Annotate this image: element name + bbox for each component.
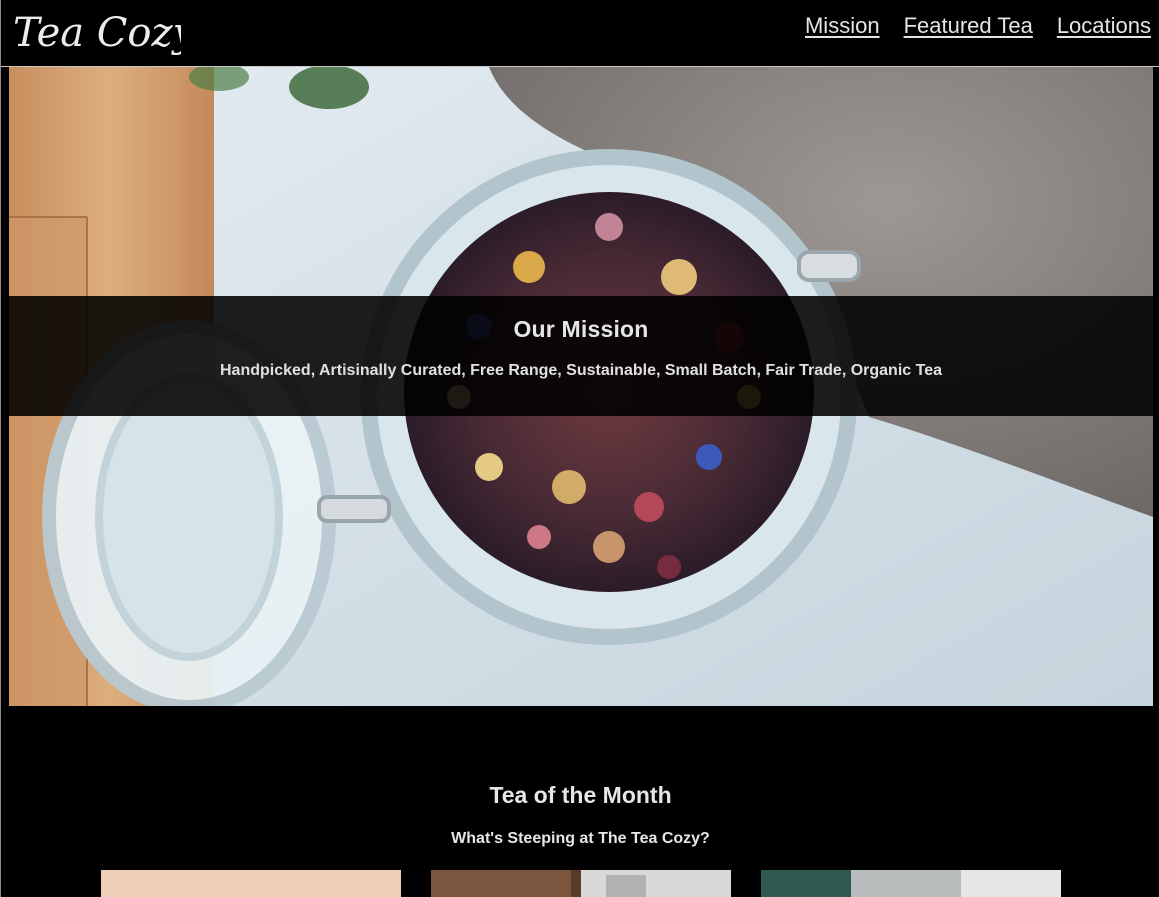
mission-band: Our Mission Handpicked, Artisinally Cura… <box>9 296 1153 416</box>
mission-text: Handpicked, Artisinally Curated, Free Ra… <box>220 362 942 379</box>
tea-cozy-logo[interactable]: Tea Cozy <box>11 2 181 64</box>
tea-thumbnail-2-image <box>431 870 731 897</box>
logo-text: Tea Cozy <box>13 10 181 56</box>
tea-thumbnail-3[interactable] <box>761 870 1061 897</box>
tea-thumbnail-2[interactable] <box>431 870 731 897</box>
tea-of-month-title: Tea of the Month <box>489 782 672 808</box>
main-nav: Mission Featured Tea Locations <box>805 13 1151 39</box>
tea-thumbnail-3-image <box>761 870 1061 897</box>
nav-link-featured-tea[interactable]: Featured Tea <box>904 13 1033 39</box>
nav-link-locations[interactable]: Locations <box>1057 13 1151 39</box>
tea-thumbnail-1-image <box>101 870 401 897</box>
mission-title: Our Mission <box>513 316 649 342</box>
nav-link-mission[interactable]: Mission <box>805 13 880 39</box>
page: Tea Cozy Mission Featured Tea Locations <box>0 0 1159 897</box>
tea-of-month-subtitle: What's Steeping at The Tea Cozy? <box>451 830 710 847</box>
mission-hero: Our Mission Handpicked, Artisinally Cura… <box>9 67 1153 706</box>
site-header: Tea Cozy Mission Featured Tea Locations <box>1 0 1159 67</box>
tea-of-month-section: Tea of the Month What's Steeping at The … <box>1 706 1159 897</box>
tea-thumbnail-1[interactable] <box>101 870 401 897</box>
